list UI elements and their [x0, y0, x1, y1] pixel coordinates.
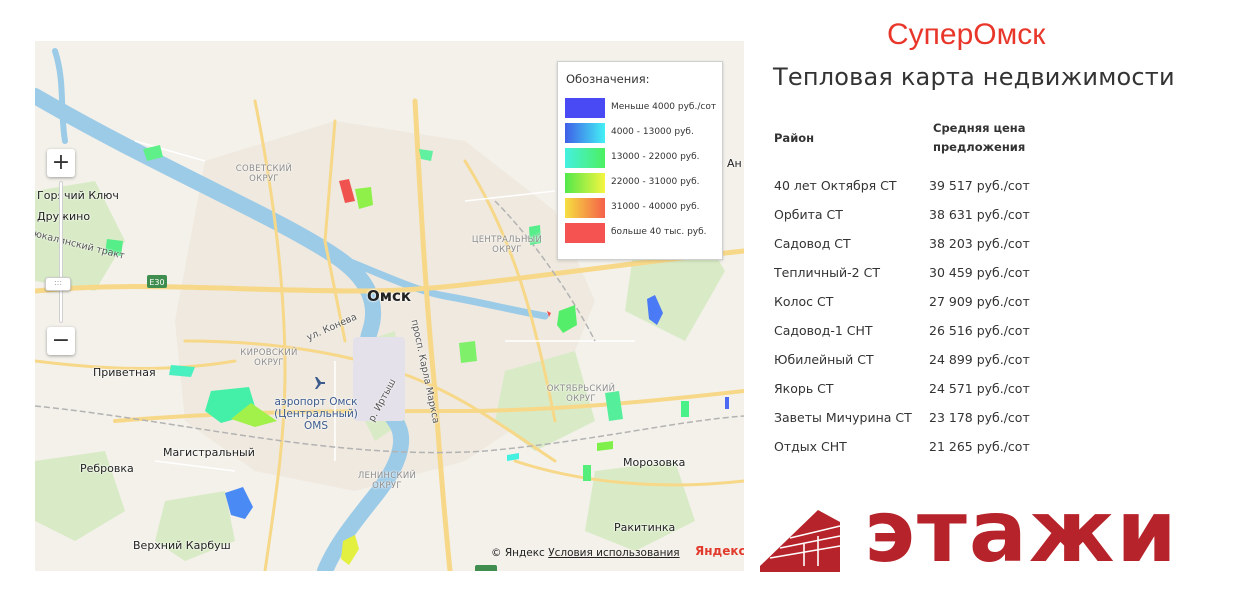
label-sovetsky-okrug: СОВЕТСКИЙ ОКРУГ — [235, 164, 293, 184]
legend-label: 4000 - 13000 руб. — [611, 127, 694, 137]
map-copyright: © Яндекс Условия использования — [491, 547, 680, 559]
table-row: Тепличный-2 СТ 30 459 руб./сот — [774, 265, 1074, 285]
terms-of-use-link[interactable]: Условия использования — [548, 547, 679, 559]
district-price: 39 517 руб./сот — [929, 178, 1030, 193]
building-icon — [760, 510, 841, 572]
legend-label: 31000 - 40000 руб. — [611, 202, 700, 212]
column-header-price: Средняя цена предложения — [933, 119, 1026, 157]
legend-swatch — [565, 173, 605, 193]
real-estate-heat-map[interactable]: E30 Горячий Ключ Дружино Тюкалинский тра… — [35, 41, 744, 571]
legend-item: 13000 - 22000 руб. — [565, 148, 720, 168]
label-leninsky-okrug: ЛЕНИНСКИЙ ОКРУГ — [357, 471, 417, 491]
column-header-price-line2: предложения — [933, 140, 1026, 154]
label-airport: аэропорт Омск (Центральный) OMS — [274, 396, 358, 432]
label-goryachy-klyuch: Горячий Ключ — [37, 189, 119, 202]
table-row: Юбилейный СТ 24 899 руб./сот — [774, 352, 1074, 372]
map-legend: Обозначения: Меньше 4000 руб./сот 4000 -… — [557, 61, 723, 260]
legend-item: 4000 - 13000 руб. — [565, 123, 720, 143]
label-centralny-okrug: ЦЕНТРАЛЬНЫЙ ОКРУГ — [471, 235, 543, 255]
zoom-in-button[interactable]: + — [47, 149, 75, 177]
label-oktyabrsky-okrug: ОКТЯБРЬСКИЙ ОКРУГ — [546, 384, 616, 404]
label-morozovka: Морозовка — [623, 456, 686, 469]
label-kirovsky-okrug: КИРОВСКИЙ ОКРУГ — [240, 348, 298, 368]
legend-item: Меньше 4000 руб./сот — [565, 98, 720, 118]
label-privetnaya: Приветная — [93, 366, 156, 379]
district-price: 38 631 руб./сот — [929, 207, 1030, 222]
table-row: Садовод-1 СНТ 26 516 руб./сот — [774, 323, 1074, 343]
district-price: 27 909 руб./сот — [929, 294, 1030, 309]
district-name: Заветы Мичурина СТ — [774, 410, 912, 425]
legend-title: Обозначения: — [566, 72, 650, 86]
label-verkhny-karbush: Верхний Карбуш — [133, 539, 231, 552]
legend-label: больше 40 тыс. руб. — [611, 227, 707, 237]
table-row: Колос СТ 27 909 руб./сот — [774, 294, 1074, 314]
parcel[interactable] — [583, 465, 591, 481]
table-row: 40 лет Октября СТ 39 517 руб./сот — [774, 178, 1074, 198]
table-row: Садовод СТ 38 203 руб./сот — [774, 236, 1074, 256]
legend-swatch — [565, 98, 605, 118]
legend-swatch — [565, 198, 605, 218]
label-omsk: Омск — [367, 287, 412, 305]
label-an: Ан — [727, 157, 742, 170]
parcel[interactable] — [459, 341, 477, 363]
table-row: Заветы Мичурина СТ 23 178 руб./сот — [774, 410, 1074, 430]
road-shield-bottom — [475, 565, 497, 571]
district-price: 24 899 руб./сот — [929, 352, 1030, 367]
district-price: 23 178 руб./сот — [929, 410, 1030, 425]
legend-item: 22000 - 31000 руб. — [565, 173, 720, 193]
label-rakitinka: Ракитинка — [614, 521, 676, 534]
parcel[interactable] — [169, 365, 195, 377]
legend-item: 31000 - 40000 руб. — [565, 198, 720, 218]
copyright-prefix: © Яндекс — [491, 547, 545, 559]
label-rebrovka: Ребровка — [80, 462, 134, 475]
legend-item: больше 40 тыс. руб. — [565, 223, 720, 243]
road-shield-e30-text: E30 — [149, 278, 164, 287]
district-name: Садовод СТ — [774, 236, 851, 251]
district-name: Юбилейный СТ — [774, 352, 874, 367]
parcel[interactable] — [681, 401, 689, 417]
etazhi-wordmark: этажи — [864, 482, 1179, 582]
zoom-slider-handle[interactable]: ::: — [45, 277, 71, 291]
legend-swatch — [565, 123, 605, 143]
brand-logo[interactable]: СуперОмск — [887, 18, 1045, 52]
label-magistralny: Магистральный — [163, 446, 255, 459]
district-name: Якорь СТ — [774, 381, 834, 396]
legend-swatch — [565, 148, 605, 168]
district-price: 24 571 руб./сот — [929, 381, 1030, 396]
table-row: Отдых СНТ 21 265 руб./сот — [774, 439, 1074, 459]
district-name: Колос СТ — [774, 294, 834, 309]
zoom-slider-track[interactable] — [59, 181, 63, 323]
district-name: 40 лет Октября СТ — [774, 178, 897, 193]
district-name: Орбита СТ — [774, 207, 843, 222]
etazhi-logo[interactable]: этажи — [760, 482, 1230, 582]
page-title: Тепловая карта недвижимости — [773, 63, 1175, 91]
district-name: Отдых СНТ — [774, 439, 847, 454]
district-price: 38 203 руб./сот — [929, 236, 1030, 251]
legend-swatch — [565, 223, 605, 243]
column-header-price-line1: Средняя цена — [933, 121, 1026, 135]
table-row: Якорь СТ 24 571 руб./сот — [774, 381, 1074, 401]
legend-label: 22000 - 31000 руб. — [611, 177, 700, 187]
label-druzhino: Дружино — [37, 210, 91, 223]
district-price: 26 516 руб./сот — [929, 323, 1030, 338]
yandex-logo-text: Яндекс — [695, 544, 744, 558]
parcel[interactable] — [725, 397, 729, 409]
legend-label: Меньше 4000 руб./сот — [611, 102, 717, 112]
zoom-out-button[interactable]: − — [47, 327, 75, 355]
district-price: 30 459 руб./сот — [929, 265, 1030, 280]
district-name: Садовод-1 СНТ — [774, 323, 873, 338]
column-header-district: Район — [774, 131, 815, 145]
district-price: 21 265 руб./сот — [929, 439, 1030, 454]
yandex-logo[interactable]: Яндекс — [695, 544, 744, 558]
table-row: Орбита СТ 38 631 руб./сот — [774, 207, 1074, 227]
legend-label: 13000 - 22000 руб. — [611, 152, 700, 162]
district-name: Тепличный-2 СТ — [774, 265, 880, 280]
